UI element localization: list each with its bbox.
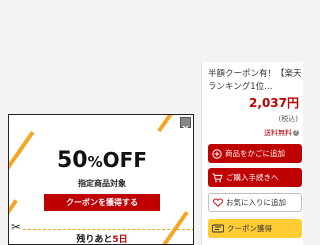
checkout-label: ご購入手続きへ [226,173,279,182]
product-title[interactable]: 半額クーポン有！【楽天ランキング1位… [208,68,302,94]
close-icon [182,125,189,132]
remaining-days: 残りあと5日 [9,232,193,245]
plus-circle-icon [212,148,222,159]
remaining-prefix: 残りあと [76,235,113,245]
cart-icon [212,173,223,182]
product-price: 2,037円 [249,96,299,110]
coupon-popup: 50%OFF 指定商品対象 クーポンを獲得する ✂ 残りあと5日 [8,114,194,245]
discount-number: 50 [57,148,88,173]
add-favorite-button[interactable]: お気に入りに追加 [208,193,302,212]
product-card: 半額クーポン有！【楽天ランキング1位… 2,037円 (税込) 送料無料 ? 商… [201,62,303,245]
coupon-button[interactable]: クーポン獲得 [208,219,302,238]
cut-line [23,229,193,230]
checkout-button[interactable]: ご購入手続きへ [208,168,302,187]
coupon-label: クーポン獲得 [227,224,272,233]
get-coupon-button[interactable]: クーポンを獲得する [44,194,160,211]
discount-heading: 50%OFF [9,147,193,175]
shipping-label: 送料無料 [264,129,292,137]
discount-off: OFF [102,148,147,172]
add-to-cart-button[interactable]: 商品をかごに追加 [208,144,302,163]
shipping-info: 送料無料 ? [264,128,299,138]
question-icon[interactable]: ? [293,130,299,136]
coupon-target: 指定商品対象 [78,179,126,188]
discount-percent: % [87,153,103,171]
close-button[interactable] [180,117,191,132]
remaining-days-value: 5日 [112,235,128,245]
tax-note: (税込) [278,115,298,123]
add-favorite-label: お気に入りに追加 [226,198,286,207]
coupon-icon [212,224,224,233]
heart-icon [213,198,223,207]
add-to-cart-label: 商品をかごに追加 [225,149,285,158]
